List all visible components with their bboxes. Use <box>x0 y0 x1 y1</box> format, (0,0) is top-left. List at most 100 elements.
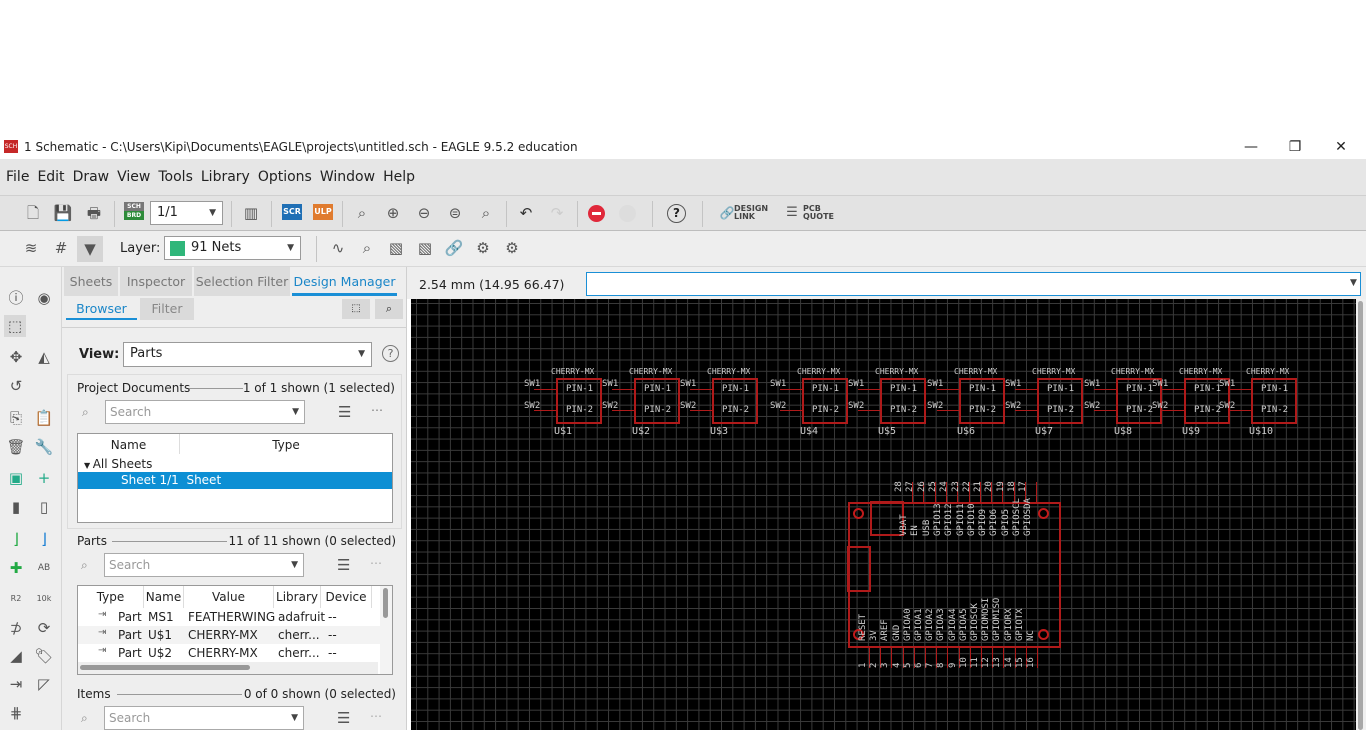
delete-icon[interactable]: 🗑 <box>5 436 27 458</box>
move-icon[interactable]: ✥ <box>5 346 27 368</box>
tab-inspector[interactable]: Inspector <box>120 267 192 296</box>
value-icon[interactable]: 10k <box>33 588 55 610</box>
mirror-icon[interactable]: ◭ <box>33 346 55 368</box>
sheet-select[interactable]: 1/1 ▼ <box>150 201 223 225</box>
column-library[interactable]: Library <box>274 586 321 608</box>
column-name[interactable]: Name <box>144 586 184 608</box>
table-row[interactable]: ⇥ Part U$1 CHERRY-MX cherr... -- <box>78 626 380 644</box>
errors-icon[interactable]: ▧ <box>414 237 436 259</box>
redo-icon[interactable]: ↷ <box>546 202 568 224</box>
replace-icon[interactable]: ▮ <box>5 496 27 518</box>
column-type[interactable]: Type <box>180 434 392 454</box>
list-view-icon[interactable]: ☰ <box>338 403 351 421</box>
subtab-filter[interactable]: Filter <box>140 298 194 320</box>
items-search-input[interactable]: Search ▼ <box>104 706 304 730</box>
label-icon[interactable]: AB <box>33 557 55 579</box>
subtab-browser[interactable]: Browser <box>66 298 137 320</box>
close-button[interactable]: ✕ <box>1318 137 1364 157</box>
line-icon[interactable]: ◸ <box>33 673 55 695</box>
schematic-canvas[interactable]: CHERRY-MX PIN-1 PIN-2 SW1 SW2 U$1 CHERRY-MX PIN… <box>411 299 1356 730</box>
go-icon[interactable] <box>619 205 636 222</box>
help-icon[interactable]: ? <box>667 204 686 223</box>
smash-icon[interactable]: ◢ <box>5 645 27 667</box>
list-view-icon[interactable]: ☰ <box>337 709 350 727</box>
menu-view[interactable]: View <box>113 169 154 185</box>
zoom-out-icon[interactable]: ⊖ <box>413 202 435 224</box>
add-gate-icon[interactable]: + <box>33 467 55 489</box>
canvas-vertical-scrollbar[interactable] <box>1356 299 1366 730</box>
invoke-icon[interactable]: ▯ <box>33 496 55 518</box>
bus-icon[interactable]: ⌋ <box>33 528 55 550</box>
view-select[interactable]: Parts ▼ <box>123 342 372 367</box>
print-icon[interactable]: 🖶 <box>83 202 105 224</box>
column-name[interactable]: Name <box>78 434 180 454</box>
show-icon[interactable]: ⌕ <box>356 237 378 259</box>
add-link-icon[interactable]: 🔗 <box>443 237 465 259</box>
ulp-button[interactable]: ULP <box>313 204 333 220</box>
tree-group-all-sheets[interactable]: ▼ All Sheets <box>84 457 152 471</box>
undo-icon[interactable]: ↶ <box>515 202 537 224</box>
more-options-icon[interactable]: ⋯ <box>370 709 382 723</box>
command-history-dropdown[interactable]: ▼ <box>1350 278 1357 288</box>
save-icon[interactable]: 💾 <box>52 202 74 224</box>
junction-icon[interactable]: ✚ <box>5 557 27 579</box>
rotate-icon[interactable]: ↺ <box>5 375 27 397</box>
menu-library[interactable]: Library <box>197 169 254 185</box>
list-item-sheet[interactable]: Sheet 1/1 Sheet <box>78 472 392 489</box>
tab-selection-filter[interactable]: Selection Filter <box>194 267 290 296</box>
open-file-icon[interactable]: 🗋 <box>22 202 44 224</box>
eye-icon[interactable]: ◉ <box>33 287 55 309</box>
column-device[interactable]: Device <box>321 586 372 608</box>
layer-select[interactable]: 91 Nets ▼ <box>164 236 301 260</box>
port-icon[interactable]: ⇥ <box>5 673 27 695</box>
menu-options[interactable]: Options <box>254 169 316 185</box>
erc-icon[interactable]: ▧ <box>385 237 407 259</box>
info-icon[interactable]: ⓘ <box>5 287 27 309</box>
switch-to-board-button[interactable]: BRD <box>124 211 144 220</box>
zoom-fit-icon[interactable]: ⌕ <box>351 202 373 224</box>
settings-alt-icon[interactable]: ⚙ <box>501 237 523 259</box>
library-icon[interactable]: ▥ <box>240 202 262 224</box>
split-icon[interactable]: ⋕ <box>5 702 27 724</box>
more-options-icon[interactable]: ⋯ <box>370 556 382 570</box>
zoom-to-selection-icon[interactable]: ⌕ <box>375 299 403 319</box>
zoom-in-icon[interactable]: ⊕ <box>382 202 404 224</box>
menu-window[interactable]: Window <box>316 169 379 185</box>
select-in-canvas-icon[interactable]: ⬚ <box>342 299 370 319</box>
menu-tools[interactable]: Tools <box>154 169 197 185</box>
column-value[interactable]: Value <box>184 586 274 608</box>
command-input[interactable] <box>586 272 1361 296</box>
more-options-icon[interactable]: ⋯ <box>371 403 383 417</box>
zoom-redraw-icon[interactable]: ⊜ <box>444 202 466 224</box>
script-button[interactable]: SCR <box>282 204 302 220</box>
pin-swap-icon[interactable]: ⟳ <box>33 617 55 639</box>
gate-swap-icon[interactable]: ⊅ <box>5 617 27 639</box>
stop-icon[interactable] <box>588 205 605 222</box>
pcb-quote-button[interactable]: PCB QUOTE <box>803 205 834 221</box>
vertical-scrollbar[interactable] <box>383 588 388 618</box>
view-help-icon[interactable]: ? <box>382 345 399 362</box>
restore-button[interactable]: ❐ <box>1272 137 1318 157</box>
list-view-icon[interactable]: ☰ <box>337 556 350 574</box>
wrench-icon[interactable]: 🔧 <box>33 436 55 458</box>
minimize-button[interactable]: — <box>1228 137 1274 157</box>
menu-edit[interactable]: Edit <box>33 169 68 185</box>
tab-design-manager[interactable]: Design Manager <box>292 267 397 296</box>
filter-icon[interactable]: ▼ <box>77 236 103 262</box>
settings-icon[interactable]: ⚙ <box>472 237 494 259</box>
layers-icon[interactable]: ≋ <box>20 237 42 259</box>
add-part-icon[interactable]: ▣ <box>5 467 27 489</box>
paste-icon[interactable]: 📋 <box>33 407 55 429</box>
group-select-icon[interactable]: ⬚ <box>4 315 26 337</box>
attribute-icon[interactable]: 🏷 <box>33 645 55 667</box>
menu-draw[interactable]: Draw <box>69 169 114 185</box>
column-type[interactable]: Type <box>78 586 144 608</box>
zoom-select-icon[interactable]: ⌕ <box>475 202 497 224</box>
table-row[interactable]: ⇥ Part MS1 FEATHERWING adafruit -- <box>78 608 380 626</box>
table-row[interactable]: ⇥ Part U$2 CHERRY-MX cherr... -- <box>78 644 380 662</box>
net-wire-icon[interactable]: ⌋ <box>5 528 27 550</box>
copy-icon[interactable]: ⎘ <box>5 407 27 429</box>
grid-icon[interactable]: # <box>50 237 72 259</box>
net-icon[interactable]: ∿ <box>327 237 349 259</box>
design-link-button[interactable]: DESIGN LINK <box>734 205 772 221</box>
